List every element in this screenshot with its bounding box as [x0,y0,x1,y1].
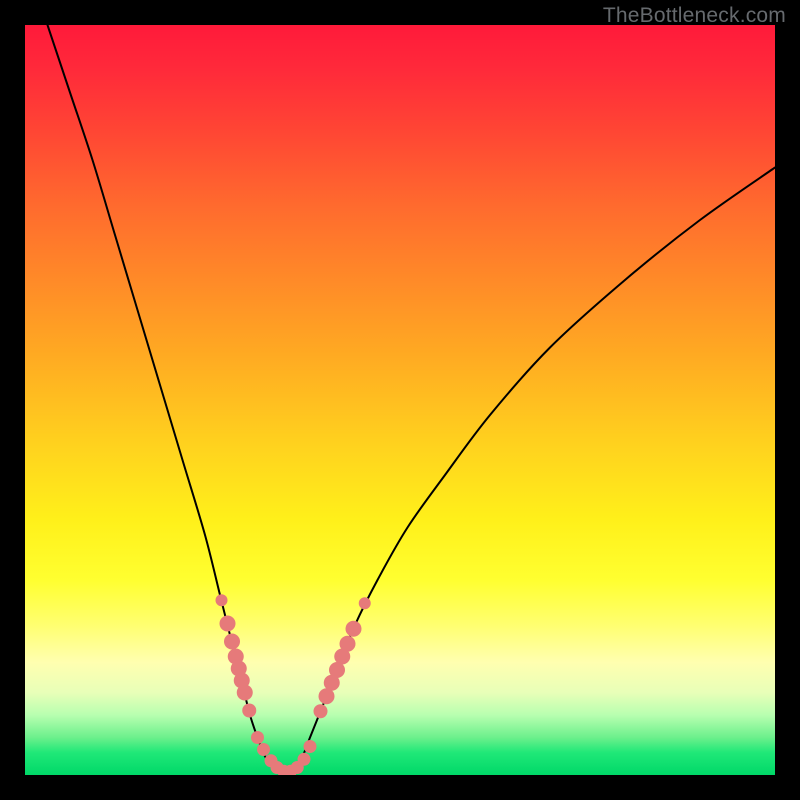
curve-layer [25,25,775,775]
bead-point [224,634,240,650]
chart-frame: TheBottleneck.com [0,0,800,800]
bead-point [220,616,236,632]
bead-point [237,685,253,701]
bead-point [304,740,317,753]
bead-point [216,594,228,606]
plot-area [25,25,775,775]
bottleneck-curve [48,25,776,772]
bead-point [298,753,311,766]
bead-point [251,731,264,744]
bead-point [346,621,362,637]
bead-point [242,704,256,718]
bead-point [314,704,328,718]
bead-point [257,743,270,756]
bead-group [216,594,371,775]
watermark-text: TheBottleneck.com [603,4,786,28]
bead-point [359,597,371,609]
bead-point [340,636,356,652]
